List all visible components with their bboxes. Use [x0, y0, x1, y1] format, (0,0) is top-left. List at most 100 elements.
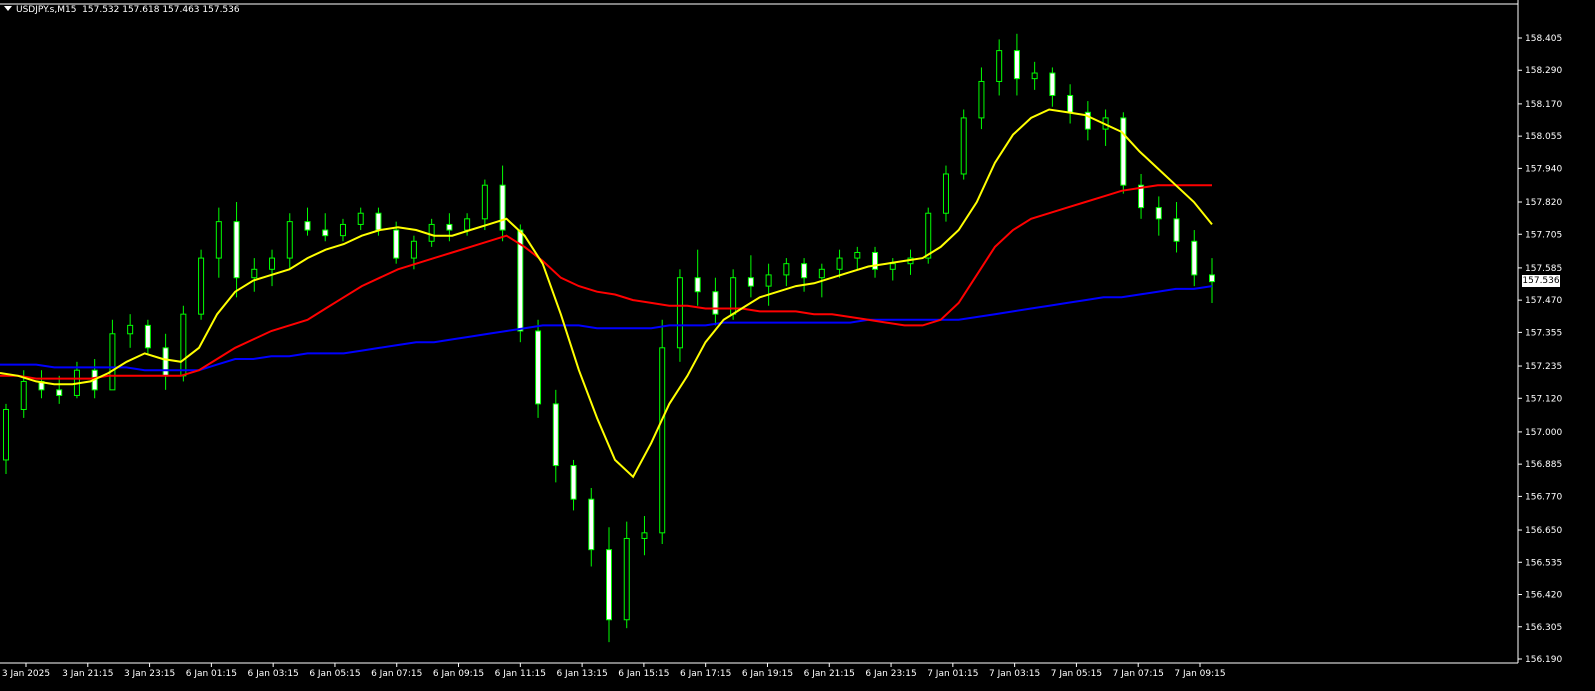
time-label: 6 Jan 03:15: [248, 669, 299, 679]
price-label: 157.000: [1525, 428, 1562, 438]
candle-body: [20, 380, 27, 410]
price-chart[interactable]: 158.405 158.290 158.170 158.055 157.940 157.8…: [0, 0, 1595, 691]
candle: [960, 109, 967, 180]
candle-body: [942, 173, 949, 214]
candle-body: [659, 347, 666, 534]
candle-body: [854, 251, 861, 259]
candle: [535, 319, 542, 418]
candle-body: [676, 277, 683, 349]
candle-body: [322, 229, 329, 237]
candle-body: [801, 263, 808, 279]
price-label: 157.585: [1525, 264, 1562, 274]
time-label: 7 Jan 05:15: [1051, 669, 1102, 679]
price-label: 158.290: [1525, 66, 1562, 76]
time-label: 3 Jan 2025: [2, 669, 50, 679]
price-label: 158.405: [1525, 34, 1562, 44]
candle-body: [428, 223, 435, 242]
candle-body: [783, 263, 790, 276]
time-label: 6 Jan 13:15: [556, 669, 607, 679]
price-label: 156.305: [1525, 623, 1562, 633]
candle: [942, 165, 949, 222]
price-label: 156.190: [1525, 655, 1562, 665]
price-label: 157.705: [1525, 230, 1562, 240]
candle-body: [144, 324, 151, 349]
price-label: 156.535: [1525, 558, 1562, 568]
candle-body: [1155, 207, 1162, 220]
ohlc-values: 157.532 157.618 157.463 157.536: [82, 5, 240, 15]
candle: [659, 319, 666, 545]
time-label: 3 Jan 23:15: [124, 669, 175, 679]
chart-window[interactable]: 158.405 158.290 158.170 158.055 157.940 157.8…: [0, 0, 1595, 691]
candle-body: [1191, 240, 1198, 276]
candle-body: [1031, 72, 1038, 80]
price-label: 157.120: [1525, 394, 1562, 404]
candle: [198, 249, 205, 320]
time-label: 6 Jan 11:15: [495, 669, 546, 679]
price-label: 158.055: [1525, 132, 1562, 142]
candle-body: [481, 184, 488, 220]
candle-body: [499, 184, 506, 231]
time-label: 6 Jan 19:15: [742, 669, 793, 679]
price-label: 156.885: [1525, 460, 1562, 470]
time-label: 6 Jan 17:15: [680, 669, 731, 679]
time-label: 6 Jan 23:15: [865, 669, 916, 679]
candle-body: [712, 291, 719, 315]
price-label: 157.470: [1525, 296, 1562, 306]
time-label: 6 Jan 21:15: [804, 669, 855, 679]
candle-body: [747, 277, 754, 287]
candle-body: [694, 277, 701, 293]
time-label: 6 Jan 01:15: [186, 669, 237, 679]
candle-body: [623, 537, 630, 621]
candle-body: [588, 498, 595, 551]
current-price-tag: 157.536: [1522, 275, 1560, 287]
candle-body: [357, 212, 364, 225]
price-label: 158.170: [1525, 100, 1562, 110]
candle-body: [925, 212, 932, 259]
time-label: 3 Jan 21:15: [62, 669, 113, 679]
candle-body: [765, 274, 772, 287]
candle-body: [641, 532, 648, 539]
candle-body: [109, 333, 116, 391]
candle-body: [1209, 274, 1215, 283]
candle-body: [836, 257, 843, 270]
candle-body: [960, 117, 967, 175]
price-label: 157.820: [1525, 198, 1562, 208]
time-label: 7 Jan 07:15: [1113, 669, 1164, 679]
candle-body: [127, 324, 134, 335]
candle-body: [818, 268, 825, 279]
chart-header: USDJPY.s,M15 157.532 157.618 157.463 157…: [4, 5, 240, 15]
candle: [676, 269, 683, 362]
candle-body: [464, 218, 471, 231]
candle-body: [1120, 117, 1127, 186]
candle-body: [1173, 218, 1180, 242]
time-label: 7 Jan 01:15: [927, 669, 978, 679]
candle-body: [872, 251, 879, 270]
candle-body: [410, 240, 417, 259]
candle-body: [269, 257, 276, 270]
candle-body: [215, 221, 222, 259]
candle: [1120, 112, 1127, 194]
price-label: 156.420: [1525, 591, 1562, 601]
candle-body: [339, 223, 346, 237]
candle-body: [606, 549, 612, 621]
symbol-label: USDJPY.s,M15: [16, 5, 77, 15]
candle-body: [1013, 50, 1020, 80]
candle-body: [3, 408, 9, 461]
candle-body: [535, 330, 542, 405]
time-label: 7 Jan 09:15: [1174, 669, 1225, 679]
candle-body: [1049, 72, 1056, 96]
candle-body: [286, 221, 293, 259]
candle-body: [56, 389, 63, 396]
candle-body: [552, 403, 559, 467]
time-label: 6 Jan 05:15: [309, 669, 360, 679]
candle-body: [978, 80, 985, 119]
candle-body: [233, 221, 240, 279]
candle-body: [198, 257, 205, 315]
price-label: 157.235: [1525, 362, 1562, 372]
candle-body: [304, 221, 311, 231]
candle-body: [180, 313, 187, 377]
candle-body: [889, 263, 896, 270]
chevron-down-icon[interactable]: [4, 6, 12, 11]
candle-body: [393, 229, 400, 259]
price-label: 157.355: [1525, 328, 1562, 338]
